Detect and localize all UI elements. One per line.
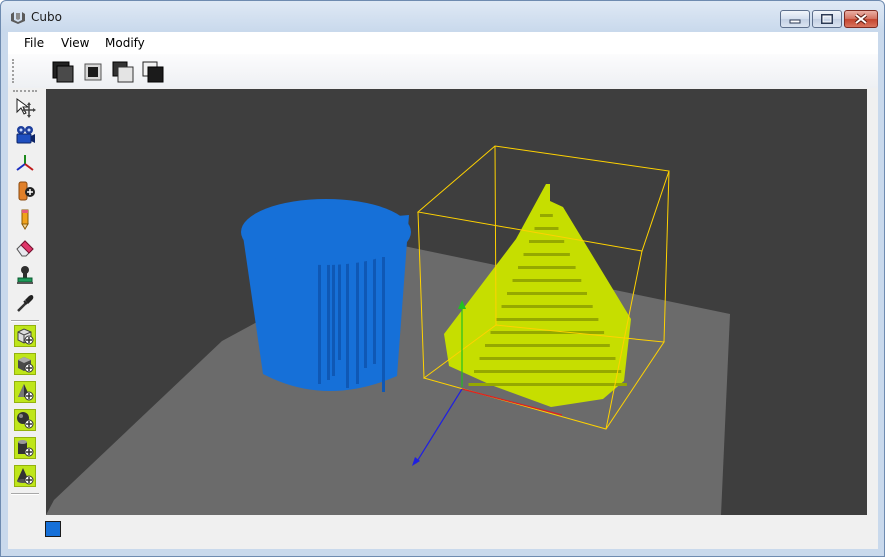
cylinder-stripe (364, 249, 367, 368)
minimize-button[interactable] (780, 10, 810, 28)
add-cone-icon (17, 468, 34, 485)
eyedropper-icon[interactable] (14, 292, 36, 314)
cone-step (479, 357, 616, 360)
tool-separator (11, 320, 39, 322)
tool-palette-grip[interactable] (13, 90, 37, 92)
cylinder-stripe (373, 253, 376, 364)
cone-step (523, 253, 570, 256)
menu-modify[interactable]: Modify (105, 36, 145, 50)
axes-icon[interactable] (14, 152, 36, 174)
cone-step (496, 318, 599, 321)
cylinder-top (241, 199, 411, 265)
3d-viewport[interactable] (46, 89, 867, 515)
tool-separator (11, 493, 39, 495)
eraser-icon[interactable] (14, 236, 36, 258)
add-box-wire-icon (17, 328, 34, 345)
add-sphere-tool[interactable] (14, 409, 36, 431)
shape-light-offset-icon[interactable] (111, 60, 135, 84)
title-bar[interactable]: Cubo (1, 1, 884, 31)
toolbar (8, 54, 878, 88)
add-box-wire-tool[interactable] (14, 325, 36, 347)
cone-step (518, 266, 576, 269)
app-window: Cubo File View Modify (0, 0, 885, 557)
close-icon (854, 13, 868, 25)
pencil-icon[interactable] (14, 208, 36, 230)
cone-step (468, 383, 627, 386)
shape-dark-offset-icon[interactable] (141, 60, 165, 84)
cylinder-object[interactable] (241, 199, 411, 392)
toolbar-grip[interactable] (12, 59, 16, 83)
tool-palette (8, 88, 44, 548)
menu-view[interactable]: View (61, 36, 89, 50)
shape-dark-small-icon[interactable] (81, 60, 105, 84)
status-bar (8, 516, 878, 549)
stamp-icon[interactable] (14, 264, 36, 286)
menu-bar: File View Modify (8, 32, 878, 54)
menu-file[interactable]: File (24, 36, 44, 50)
cylinder-stripe (327, 253, 330, 380)
window-title: Cubo (31, 10, 62, 24)
cylinder-stripe (356, 257, 359, 384)
cylinder-stripe (332, 257, 335, 376)
cone-step (490, 331, 605, 334)
add-cube-tool[interactable] (14, 353, 36, 375)
close-button[interactable] (844, 10, 878, 28)
add-sphere-icon (17, 412, 34, 429)
cone-step (529, 240, 565, 243)
shape-dark-large-icon[interactable] (51, 60, 75, 84)
app-logo-icon (11, 12, 25, 24)
scene-canvas[interactable] (46, 89, 867, 515)
cone-step (474, 370, 622, 373)
cone-step (534, 227, 559, 230)
cylinder-stripe (382, 257, 385, 392)
cylinder-stripe (318, 249, 321, 384)
minimize-icon (789, 19, 801, 24)
add-cylinder-tool[interactable] (14, 437, 36, 459)
select-move-icon[interactable] (14, 96, 36, 118)
maximize-button[interactable] (812, 10, 842, 28)
add-cylinder-icon (18, 440, 34, 457)
add-pyramid-icon (18, 384, 34, 401)
add-cone-tool[interactable] (14, 465, 36, 487)
cone-step (507, 292, 587, 295)
camera-icon[interactable] (14, 124, 36, 146)
cone-step (485, 344, 610, 347)
cone-step (501, 305, 593, 308)
maximize-icon (821, 14, 833, 24)
add-object-icon[interactable] (14, 180, 36, 202)
add-cube-icon (18, 357, 34, 373)
cylinder-stripe (346, 253, 349, 388)
cylinder-stripe (338, 249, 341, 360)
cone-step (512, 279, 582, 282)
client-area: File View Modify (8, 32, 878, 549)
add-pyramid-tool[interactable] (14, 381, 36, 403)
cone-step (540, 214, 553, 217)
current-color-swatch[interactable] (45, 521, 61, 537)
